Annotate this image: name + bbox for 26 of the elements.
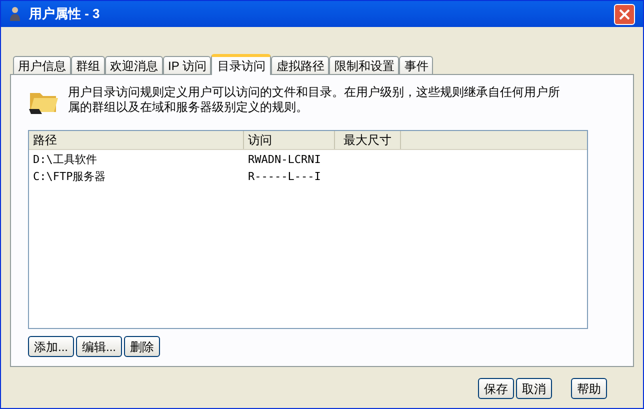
close-button[interactable]	[614, 4, 635, 24]
table-cell-text: R-----L---I	[247, 169, 322, 186]
tab[interactable]: 欢迎消息	[105, 56, 163, 74]
dialog-button[interactable]: 保存	[478, 378, 514, 399]
tab[interactable]: 群组	[71, 56, 105, 74]
tab[interactable]: 虚拟路径	[271, 56, 330, 74]
column-header[interactable]: 访问	[244, 131, 335, 149]
table-cell-text: RWADN-LCRNI	[247, 152, 322, 168]
tab[interactable]: 事件	[399, 56, 434, 74]
list-button[interactable]: 编辑...	[76, 336, 122, 357]
window-title: 用户属性 - 3	[29, 5, 100, 24]
dialog-button[interactable]: 取消	[516, 378, 552, 399]
user-icon	[9, 6, 21, 22]
description-text: 用户目录访问规则定义用户可以访问的文件和目录。在用户级别，这些规则继承自任何用户所属的群组以及在域和服务器级别定义的规则。	[68, 85, 561, 116]
close-icon	[619, 8, 630, 20]
table-cell-text: D:\工具软件	[32, 152, 98, 168]
list-button[interactable]: 添加...	[28, 336, 74, 357]
tab[interactable]: 限制和设置	[329, 56, 400, 74]
table-cell-text: C:\FTP服务器	[32, 169, 107, 186]
list-button[interactable]: 删除	[124, 336, 160, 357]
tab[interactable]: 目录访问	[211, 54, 272, 75]
tab[interactable]: IP 访问	[163, 56, 212, 74]
column-header[interactable]: 最大尺寸	[335, 131, 401, 149]
dialog-button[interactable]: 帮助	[571, 378, 607, 399]
tab[interactable]: 用户信息	[13, 56, 71, 74]
column-header[interactable]: 路径	[29, 131, 244, 149]
